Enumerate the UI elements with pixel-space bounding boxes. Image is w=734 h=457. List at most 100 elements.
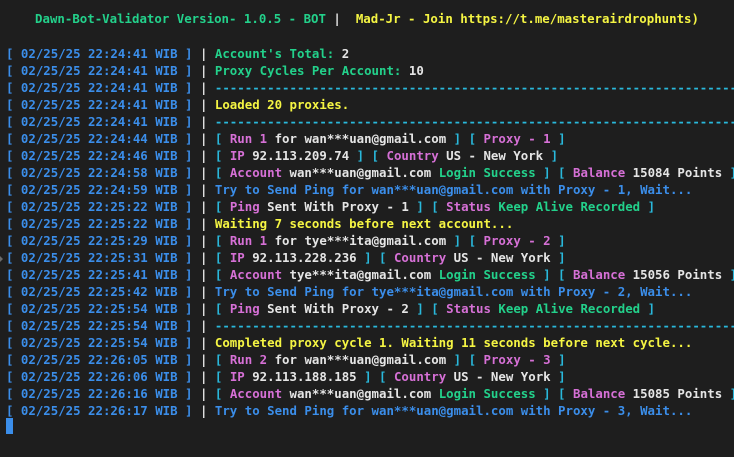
log-text: ----------------------------------------… — [214, 318, 734, 333]
log-line: [ 02/25/25 22:25:54 WIB ] | Completed pr… — [6, 334, 734, 351]
log-text: [ — [214, 301, 230, 316]
log-timestamp: [ 02/25/25 22:25:29 WIB ] — [6, 233, 193, 248]
log-text: ] — [640, 301, 656, 316]
log-separator: | — [192, 114, 215, 129]
log-text: IP — [229, 148, 245, 163]
log-text: Proxy - 2 — [483, 233, 551, 248]
log-separator: | — [192, 352, 215, 367]
log-text: tye***ita@gmail.com — [304, 233, 447, 248]
log-text: [ — [214, 148, 230, 163]
log-text: ] — [722, 165, 734, 180]
log-text: Country — [393, 369, 447, 384]
log-text: ] [ — [535, 267, 573, 282]
log-timestamp: [ 02/25/25 22:26:17 WIB ] — [6, 403, 193, 418]
log-text: Account's Total: — [214, 46, 342, 61]
log-text: Completed proxy cycle 1. Waiting 11 seco… — [214, 335, 693, 350]
log-text: wan***uan@gmail.com — [304, 352, 447, 367]
log-text: 10 — [408, 63, 424, 78]
log-timestamp: [ 02/25/25 22:24:41 WIB ] — [6, 63, 193, 78]
log-text: 15084 Points — [625, 165, 723, 180]
log-line: [ 02/25/25 22:24:41 WIB ] | Proxy Cycles… — [6, 62, 734, 79]
log-separator: | — [192, 80, 215, 95]
log-timestamp: [ 02/25/25 22:24:59 WIB ] — [6, 182, 193, 197]
log-text: [ — [214, 233, 230, 248]
log-line: [ 02/25/25 22:25:54 WIB ] | [ Ping Sent … — [6, 300, 734, 317]
log-text: ] — [550, 250, 566, 265]
banner-author: Mad-Jr - Join https://t.me/masterairdrop… — [355, 11, 699, 26]
log-line: [ 02/25/25 22:25:31 WIB ] | [ IP 92.113.… — [6, 249, 734, 266]
log-text: wan***uan@gmail.com — [282, 165, 439, 180]
log-text: ----------------------------------------… — [214, 80, 734, 95]
log-separator: | — [192, 318, 215, 333]
log-separator: | — [192, 403, 215, 418]
log-text: ] — [543, 148, 559, 163]
log-line: [ 02/25/25 22:26:16 WIB ] | [ Account wa… — [6, 385, 734, 402]
log-text: for — [267, 352, 305, 367]
log-text: Run 1 — [229, 233, 268, 248]
log-text: [ — [214, 267, 230, 282]
log-line: [ 02/25/25 22:24:41 WIB ] | ------------… — [6, 113, 734, 130]
log-text: ] [ — [446, 352, 484, 367]
log-text: Sent With Proxy - 2 — [259, 301, 409, 316]
log-text: ] [ — [356, 250, 394, 265]
log-separator: | — [192, 199, 215, 214]
log-text: Proxy - 1 — [483, 131, 551, 146]
log-text: wan***uan@gmail.com — [304, 131, 447, 146]
terminal-window[interactable]: Dawn-Bot-Validator Version- 1.0.5 - BOT … — [0, 0, 734, 457]
log-line: [ 02/25/25 22:25:42 WIB ] | Try to Send … — [6, 283, 734, 300]
log-timestamp: [ 02/25/25 22:25:31 WIB ] — [6, 250, 193, 265]
log-timestamp: [ 02/25/25 22:25:42 WIB ] — [6, 284, 193, 299]
log-line: [ 02/25/25 22:25:41 WIB ] | [ Account ty… — [6, 266, 734, 283]
log-separator: | — [192, 233, 215, 248]
log-line: [ 02/25/25 22:24:44 WIB ] | [ Run 1 for … — [6, 130, 734, 147]
log-text: [ — [214, 250, 230, 265]
log-text: Loaded 20 proxies. — [214, 97, 350, 112]
log-text: ] — [640, 199, 656, 214]
terminal-cursor[interactable] — [6, 418, 13, 434]
log-text: Country — [386, 148, 439, 163]
log-text: Status — [446, 199, 491, 214]
log-line: [ 02/25/25 22:26:05 WIB ] | [ Run 2 for … — [6, 351, 734, 368]
log-line: [ 02/25/25 22:24:41 WIB ] | Loaded 20 pr… — [6, 96, 734, 113]
log-text: ] [ — [408, 199, 447, 214]
log-text: Account — [229, 267, 283, 282]
log-text: IP — [229, 250, 245, 265]
log-text: 92.113.188.185 — [244, 369, 357, 384]
log-separator: | — [192, 335, 215, 350]
log-text: Keep Alive Recorded — [490, 301, 641, 316]
log-timestamp: [ 02/25/25 22:24:41 WIB ] — [6, 46, 193, 61]
log-line: [ 02/25/25 22:26:17 WIB ] | Try to Send … — [6, 402, 734, 419]
log-separator: | — [192, 301, 215, 316]
log-line: [ 02/25/25 22:24:41 WIB ] | Account's To… — [6, 45, 734, 62]
log-text: Balance — [572, 165, 626, 180]
log-text: US - New York — [446, 250, 551, 265]
log-text: Keep Alive Recorded — [490, 199, 641, 214]
log-line: [ 02/25/25 22:26:06 WIB ] | [ IP 92.113.… — [6, 368, 734, 385]
log-timestamp: [ 02/25/25 22:26:16 WIB ] — [6, 386, 193, 401]
log-timestamp: [ 02/25/25 22:25:54 WIB ] — [6, 318, 193, 333]
log-timestamp: [ 02/25/25 22:26:05 WIB ] — [6, 352, 193, 367]
log-text: IP — [229, 369, 245, 384]
log-separator: | — [192, 369, 215, 384]
log-output: [ 02/25/25 22:24:41 WIB ] | Account's To… — [6, 45, 734, 419]
log-line: [ 02/25/25 22:25:22 WIB ] | [ Ping Sent … — [6, 198, 734, 215]
banner-separator: | — [325, 11, 356, 26]
log-text: ----------------------------------------… — [214, 114, 734, 129]
log-separator: | — [192, 97, 215, 112]
log-timestamp: [ 02/25/25 22:25:41 WIB ] — [6, 267, 193, 282]
log-text: US - New York — [446, 369, 551, 384]
log-text: 2 — [341, 46, 350, 61]
log-text: ] — [722, 386, 734, 401]
banner-title: Dawn-Bot-Validator Version- 1.0.5 - BOT — [35, 11, 326, 26]
log-text: 92.113.209.74 — [244, 148, 350, 163]
log-timestamp: [ 02/25/25 22:24:58 WIB ] — [6, 165, 193, 180]
log-timestamp: [ 02/25/25 22:24:41 WIB ] — [6, 80, 193, 95]
log-text: Account — [229, 386, 283, 401]
log-text: Login Success — [438, 386, 536, 401]
log-timestamp: [ 02/25/25 22:24:44 WIB ] — [6, 131, 193, 146]
log-text: Run 2 — [229, 352, 268, 367]
log-text: US - New York — [438, 148, 544, 163]
log-line: [ 02/25/25 22:24:58 WIB ] | [ Account wa… — [6, 164, 734, 181]
log-text: Try to Send Ping for tye***ita@gmail.com… — [214, 284, 693, 299]
log-line: [ 02/25/25 22:24:46 WIB ] | [ IP 92.113.… — [6, 147, 734, 164]
